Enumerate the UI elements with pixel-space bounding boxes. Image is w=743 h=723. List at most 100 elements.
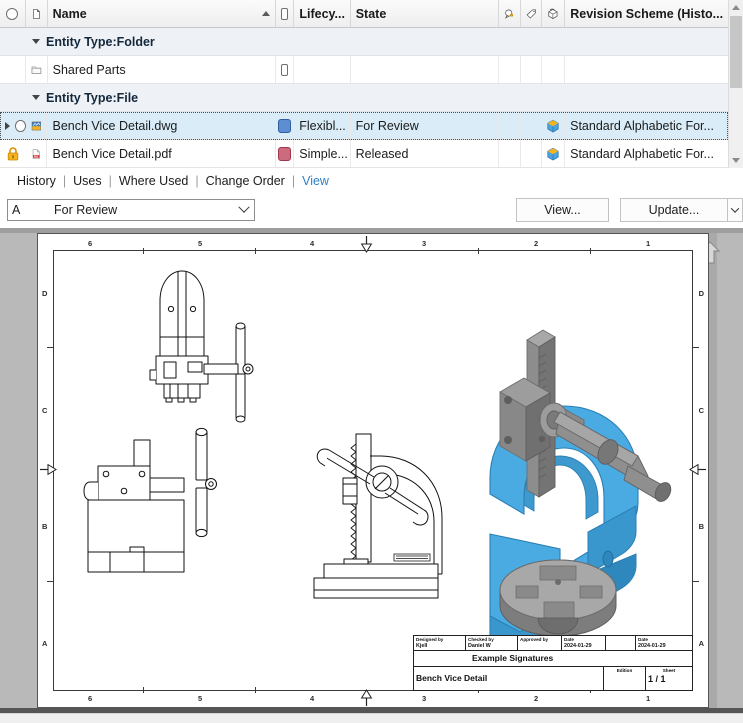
column-header-state-label: State (355, 6, 387, 21)
title-block-row-signatures: Designed by Kjell Checked by Daniel W Ap… (414, 636, 692, 651)
row-type-icon-cell (26, 56, 48, 83)
revision-select-chevron[interactable] (234, 201, 254, 214)
chevron-down-icon (238, 201, 250, 213)
row-expander[interactable] (0, 121, 15, 130)
update-dropdown-button[interactable] (728, 198, 743, 222)
row-revision-scheme-cell: Standard Alphabetic For... (570, 146, 714, 161)
row-revision-scheme-cell: Standard Alphabetic For... (570, 118, 714, 133)
row-state-cell (351, 56, 499, 83)
select-all-circle-icon[interactable] (6, 7, 19, 20)
collapse-triangle-icon[interactable] (32, 39, 40, 44)
column-header-tag[interactable] (521, 0, 543, 27)
row-comment-cell (499, 56, 521, 83)
tab-history[interactable]: History (10, 174, 63, 188)
designed-by-value: Kjell (416, 643, 428, 649)
row-lock-cell (0, 140, 26, 167)
document-icon (32, 8, 40, 19)
table-row[interactable]: Bench Vice Detail.dwg Flexibl... For Rev… (0, 112, 728, 140)
revision-cube-icon (548, 8, 558, 19)
group-header-row[interactable]: Entity Type:Folder (0, 28, 728, 56)
edition-label: Edition (616, 668, 633, 673)
checked-by-cell: Checked by Daniel W (466, 636, 518, 650)
column-header-lifecycle[interactable]: Lifecy... (294, 0, 351, 27)
viewer-toolbar: A For Review View... Update... (0, 194, 743, 228)
title-block-row-drawing-title: Bench Vice Detail Edition Sheet 1 / 1 (414, 667, 692, 690)
row-tag-cell (521, 140, 543, 167)
grid-header-row: Name Lifecy... State Revision Scheme (Hi… (0, 0, 728, 28)
revision-letter: A (12, 203, 21, 217)
column-header-revision-scheme[interactable]: Revision Scheme (Histo... (565, 0, 728, 27)
row-select-circle-icon[interactable] (15, 119, 26, 132)
comment-icon (504, 9, 513, 19)
row-comment-cell (499, 112, 521, 139)
update-button[interactable]: Update... (620, 198, 728, 222)
row-select-cell[interactable] (0, 112, 26, 139)
tab-where-used[interactable]: Where Used (112, 174, 195, 188)
collapse-triangle-icon[interactable] (32, 95, 40, 100)
view-button[interactable]: View... (516, 198, 609, 222)
column-header-lifecycle-check[interactable] (276, 0, 295, 27)
group-header-row[interactable]: Entity Type:File (0, 84, 728, 112)
tab-change-order[interactable]: Change Order (199, 174, 292, 188)
column-header-comment[interactable] (499, 0, 521, 27)
row-checkbox-icon[interactable] (281, 63, 289, 76)
row-select-cell[interactable] (0, 56, 26, 83)
view-side-elevation (313, 433, 443, 599)
date2-cell: Date 2024-01-29 (636, 636, 692, 650)
chevron-down-icon (732, 158, 740, 163)
row-name-cell[interactable]: Bench Vice Detail.pdf (47, 140, 277, 167)
revision-scheme-icon (547, 119, 559, 132)
column-header-name[interactable]: Name (48, 0, 277, 27)
date-cell: Date 2024-01-29 (562, 636, 606, 650)
dwg-file-icon (31, 121, 41, 130)
column-header-state[interactable]: State (351, 0, 499, 27)
pdm-file-explorer-window: Name Lifecy... State Revision Scheme (Hi… (0, 0, 743, 723)
date2-value: 2024-01-29 (638, 643, 666, 649)
column-header-select-all[interactable] (0, 0, 26, 27)
view-top-plan (149, 270, 254, 423)
title-block-row-signature-title: Example Signatures (414, 651, 692, 667)
table-row[interactable]: Shared Parts (0, 56, 728, 84)
sheet-cell: Sheet 1 / 1 (646, 667, 692, 690)
file-grid-scroll-area: Name Lifecy... State Revision Scheme (Hi… (0, 0, 728, 168)
viewer-horizontal-scrollbar[interactable] (0, 713, 743, 723)
column-header-revision-cube[interactable] (542, 0, 566, 27)
revision-select[interactable]: A For Review (7, 199, 255, 221)
column-header-revision-scheme-label: Revision Scheme (Histo... (570, 6, 724, 21)
grid-vertical-scrollbar[interactable] (728, 0, 743, 168)
drawing-title-cell: Bench Vice Detail (414, 667, 604, 690)
group-header-label: Entity Type:File (46, 90, 139, 105)
tab-view[interactable]: View (295, 174, 336, 188)
chevron-up-icon (732, 5, 740, 10)
drawing-sheet: 6 5 4 3 2 1 6 5 4 3 2 1 D C B A D C B A … (37, 233, 709, 708)
checkbox-icon[interactable] (281, 7, 289, 20)
row-comment-cell (499, 140, 521, 167)
row-state-cell: Released (351, 140, 499, 167)
scroll-up-button[interactable] (729, 0, 743, 15)
table-row[interactable]: PDF Bench Vice Detail.pdf Simple... Rele… (0, 140, 728, 168)
row-revision-cube-cell (542, 140, 566, 167)
row-lifecycle-check-cell[interactable] (276, 56, 295, 83)
drawing-title: Bench Vice Detail (416, 673, 488, 683)
scrollbar-thumb[interactable] (730, 16, 742, 88)
drawing-viewer[interactable]: 6 5 4 3 2 1 6 5 4 3 2 1 D C B A D C B A … (0, 228, 743, 723)
edition-cell: Edition (604, 667, 646, 690)
row-name-cell[interactable]: Shared Parts (48, 56, 277, 83)
row-revision-cube-cell (542, 112, 566, 139)
viewer-right-gutter (725, 233, 743, 708)
tab-uses[interactable]: Uses (66, 174, 108, 188)
date-value: 2024-01-29 (564, 643, 592, 649)
row-name-cell[interactable]: Bench Vice Detail.dwg (47, 112, 277, 139)
approved-by-cell: Approved by (518, 636, 562, 650)
expand-triangle-icon[interactable] (5, 121, 11, 130)
designed-by-cell: Designed by Kjell (414, 636, 466, 650)
row-revision-cube-cell (542, 56, 566, 83)
row-lifecycle-cell: Flexibl... (294, 112, 351, 139)
lifecycle-color-swatch (278, 146, 292, 161)
scroll-down-button[interactable] (729, 153, 743, 168)
sort-ascending-icon (262, 11, 271, 16)
tag-icon (526, 8, 536, 19)
checked-by-value: Daniel W (468, 643, 491, 649)
svg-text:PDF: PDF (33, 155, 38, 158)
view-isometric-3d (489, 329, 672, 685)
